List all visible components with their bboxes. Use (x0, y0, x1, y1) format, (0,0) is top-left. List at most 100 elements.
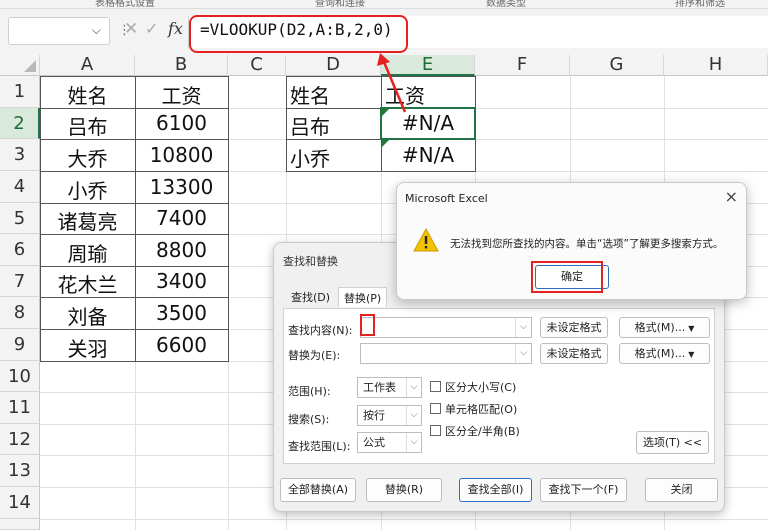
column-header[interactable]: H (664, 55, 768, 76)
format-button[interactable]: 格式(M)... ▼ (619, 317, 710, 338)
formula-bar: ⌵ ⋮ ✕ ✓ fx =VLOOKUP(D2,A:B,2,0) (0, 9, 768, 55)
chevron-down-icon[interactable]: ⌵ (515, 344, 531, 363)
column-header[interactable]: C (228, 55, 286, 76)
tab-replace[interactable]: 替换(P) (338, 287, 388, 307)
row-header[interactable]: 11 (0, 392, 40, 424)
ribbon-label[interactable]: 数据类型 (486, 0, 526, 8)
chevron-down-icon[interactable]: ⌵ (515, 318, 531, 337)
table-cell[interactable]: 6100 (135, 111, 228, 135)
search-value: 按行 (363, 409, 385, 422)
format-button-label: 格式(M)... (634, 347, 686, 360)
annotation-box-find (360, 314, 375, 336)
row-header[interactable]: 9 (0, 329, 40, 361)
table-cell[interactable]: 工资 (381, 80, 475, 109)
annotation-box-ok (531, 261, 603, 293)
format-button[interactable]: 格式(M)... ▼ (619, 343, 710, 364)
row-header-selected[interactable]: 2 (0, 108, 40, 139)
row-header[interactable]: 7 (0, 266, 40, 297)
match-case-checkbox[interactable]: 区分大小写(C) (430, 379, 516, 395)
table-cell[interactable]: 诸葛亮 (40, 206, 135, 235)
format-button-label: 格式(M)... (634, 321, 686, 334)
chevron-down-icon[interactable]: ⌵ (92, 23, 101, 38)
table-cell[interactable]: 吕布 (40, 111, 135, 140)
warning-icon (413, 228, 439, 252)
find-what-input[interactable]: ⌵ (360, 317, 532, 338)
match-byte-checkbox[interactable]: 区分全/半角(B) (430, 423, 520, 439)
table-cell[interactable]: 3400 (135, 269, 228, 293)
error-cell[interactable]: #N/A (381, 143, 475, 167)
table-cell[interactable]: 6600 (135, 333, 228, 357)
column-header[interactable]: G (570, 55, 664, 76)
message-box: Microsoft Excel × 无法找到您所查找的内容。单击“选项”了解更多… (396, 182, 747, 300)
table-cell[interactable]: 花木兰 (40, 269, 135, 298)
row-header[interactable]: 5 (0, 203, 40, 234)
table-cell[interactable]: 小乔 (40, 175, 135, 204)
row-header[interactable]: 8 (0, 297, 40, 329)
table-cell[interactable]: 10800 (135, 143, 228, 167)
row-header[interactable]: 13 (0, 455, 40, 487)
row-header[interactable]: 10 (0, 361, 40, 392)
table-cell[interactable]: 姓名 (286, 80, 381, 109)
close-icon[interactable]: × (725, 187, 738, 206)
table-cell[interactable]: 姓名 (40, 80, 135, 109)
error-indicator-icon[interactable] (382, 140, 389, 147)
table-cell[interactable]: 吕布 (286, 111, 381, 140)
find-all-button[interactable]: 查找全部(I) (459, 478, 532, 502)
select-all-corner[interactable] (0, 55, 40, 76)
column-header[interactable]: F (475, 55, 570, 76)
table-cell[interactable]: 7400 (135, 206, 228, 230)
row-header[interactable]: 12 (0, 424, 40, 455)
message-text: 无法找到您所查找的内容。单击“选项”了解更多搜索方式。 (450, 238, 724, 250)
tab-find[interactable]: 查找(D) (286, 287, 335, 307)
ribbon-label[interactable]: 查询和连接 (315, 0, 365, 8)
active-cell-outline (380, 107, 476, 140)
look-in-label: 查找范围(L): (288, 440, 351, 453)
row-header[interactable]: 3 (0, 139, 40, 171)
row-header[interactable]: 1 (0, 76, 40, 108)
name-box[interactable]: ⌵ (8, 17, 110, 45)
row-header[interactable]: 4 (0, 171, 40, 203)
message-box-title: Microsoft Excel (405, 192, 488, 205)
search-select[interactable]: 按行 ⌵ (357, 405, 422, 426)
table-cell[interactable]: 工资 (135, 80, 228, 109)
table-cell[interactable]: 周瑜 (40, 238, 135, 267)
scope-value: 工作表 (363, 381, 396, 394)
row-header[interactable] (0, 519, 40, 530)
ribbon-label[interactable]: 排序和筛选 (675, 0, 725, 8)
table-cell[interactable]: 8800 (135, 238, 228, 262)
table-cell[interactable]: 关羽 (40, 333, 135, 362)
look-in-select[interactable]: 公式 ⌵ (357, 432, 422, 453)
no-format-set-indicator: 未设定格式 (540, 317, 608, 338)
column-header[interactable]: B (135, 55, 228, 76)
table-cell[interactable]: 小乔 (286, 143, 381, 172)
table-cell[interactable]: 13300 (135, 175, 228, 199)
find-what-label: 查找内容(N): (288, 324, 353, 337)
close-button[interactable]: 关闭 (645, 478, 718, 502)
options-button[interactable]: 选项(T) << (636, 431, 709, 454)
replace-with-input[interactable]: ⌵ (360, 343, 532, 364)
replace-with-label: 替换为(E): (288, 349, 341, 362)
cancel-icon[interactable]: ✕ (124, 19, 138, 39)
ribbon-strip: 表格格式设置 查询和连接 数据类型 排序和筛选 (0, 0, 768, 9)
scope-label: 范围(H): (288, 385, 331, 398)
chevron-down-icon: ⌵ (406, 406, 421, 425)
ribbon-label[interactable]: 表格格式设置 (95, 0, 155, 8)
chevron-down-icon: ⌵ (406, 433, 421, 452)
match-entire-cell-checkbox[interactable]: 单元格匹配(O) (430, 401, 517, 417)
column-header[interactable]: A (40, 55, 135, 76)
enter-icon[interactable]: ✓ (145, 19, 158, 38)
scope-select[interactable]: 工作表 ⌵ (357, 377, 422, 398)
no-format-set-indicator: 未设定格式 (540, 343, 608, 364)
column-header-selected[interactable]: E (381, 55, 475, 76)
row-header[interactable]: 6 (0, 234, 40, 266)
caret-down-icon: ▼ (688, 350, 695, 359)
column-header[interactable]: D (286, 55, 381, 76)
table-cell[interactable]: 大乔 (40, 143, 135, 172)
replace-all-button[interactable]: 全部替换(A) (280, 478, 356, 502)
table-cell[interactable]: 3500 (135, 301, 228, 325)
row-header[interactable]: 14 (0, 487, 40, 519)
insert-function-icon[interactable]: fx (168, 19, 183, 38)
find-next-button[interactable]: 查找下一个(F) (540, 478, 627, 502)
table-cell[interactable]: 刘备 (40, 301, 135, 330)
replace-button[interactable]: 替换(R) (366, 478, 442, 502)
